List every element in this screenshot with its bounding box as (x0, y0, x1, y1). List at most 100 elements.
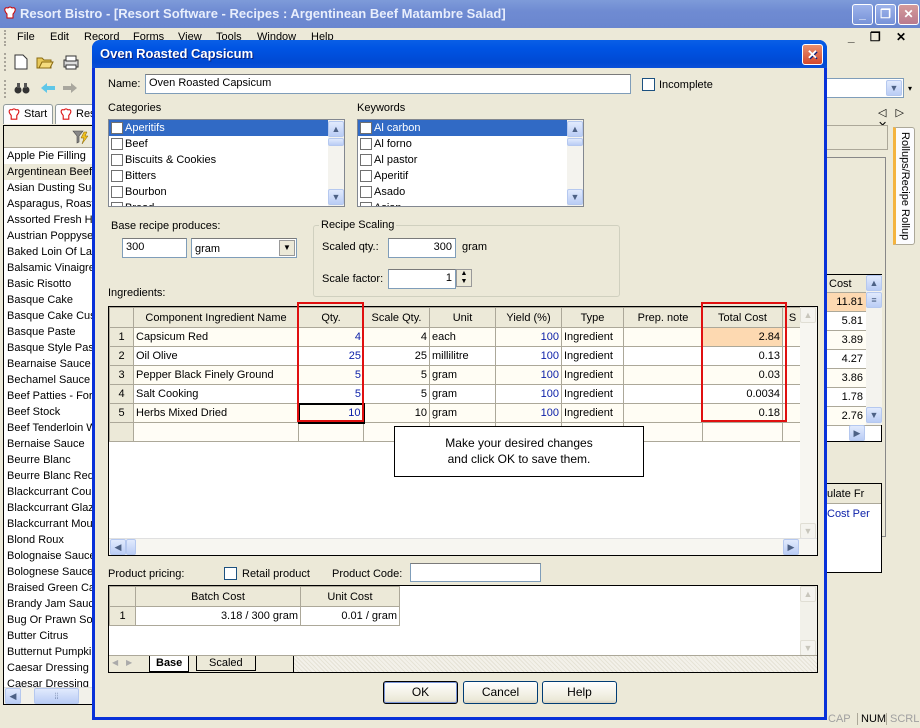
scale-factor-input[interactable]: 1 (388, 269, 456, 289)
recipe-list-item[interactable]: Caesar Dressing (4, 660, 93, 676)
toolbar-overflow-icon[interactable]: ▾ (908, 84, 912, 93)
qty-cell[interactable]: 5 (298, 365, 364, 385)
incomplete-checkbox[interactable] (642, 78, 655, 91)
type-cell[interactable]: Ingredient (561, 403, 624, 423)
keyword-item[interactable]: Asado (358, 184, 583, 200)
column-header[interactable]: Yield (%) (495, 307, 562, 328)
scroll-down-icon[interactable]: ▼ (800, 523, 816, 539)
prep-cell[interactable] (623, 403, 703, 423)
unit-cost-cell[interactable]: 0.01 / gram (300, 606, 400, 626)
checkbox[interactable] (111, 154, 123, 166)
toolbar-grip[interactable] (4, 30, 7, 46)
yield-cell[interactable]: 100 (495, 384, 562, 404)
scroll-thumb[interactable] (126, 539, 136, 555)
ingredient-row[interactable]: 2 Oil Olive 25 25 millilitre 100 Ingredient 0.1… (109, 346, 803, 366)
keywords-list[interactable]: Al carbon Al forno Al pastor Aperitif Asado A… (357, 119, 584, 207)
tab-res[interactable]: Res (55, 104, 97, 124)
unit-cell[interactable]: each (429, 327, 496, 347)
category-item[interactable]: Biscuits & Cookies (109, 152, 344, 168)
recipe-list-item[interactable]: Bechamel Sauce (4, 372, 93, 388)
scroll-up-icon[interactable]: ▲ (567, 121, 583, 137)
recipe-list-item[interactable]: Argentinean Beef (4, 164, 93, 180)
vertical-scrollbar[interactable]: ▲ ▼ (567, 120, 583, 206)
categories-list[interactable]: Aperitifs Beef Biscuits & Cookies Bitters Bo… (108, 119, 345, 207)
qty-cell[interactable]: 5 (298, 384, 364, 404)
prep-cell[interactable] (623, 346, 703, 366)
recipe-list-item[interactable]: Beef Stock (4, 404, 93, 420)
scroll-down-icon[interactable]: ▼ (866, 407, 882, 423)
horizontal-scrollbar[interactable]: ◀ ⦙⦙ (4, 687, 93, 704)
total-cell[interactable]: 0.13 (702, 346, 783, 366)
scroll-thumb[interactable]: ≡ (866, 292, 882, 308)
total-cell[interactable]: 2.84 (702, 327, 783, 347)
scroll-up-icon[interactable]: ▲ (800, 586, 816, 602)
recipe-list-item[interactable]: Basque Paste (4, 324, 93, 340)
checkbox[interactable] (111, 170, 123, 182)
scale-factor-spinner[interactable]: ▲ ▼ (456, 269, 472, 287)
column-header[interactable]: Unit (429, 307, 496, 328)
type-cell[interactable]: Ingredient (561, 384, 624, 404)
type-cell[interactable]: Ingredient (561, 365, 624, 385)
scale-qty-cell[interactable]: 4 (363, 327, 430, 347)
forward-arrow-icon[interactable] (62, 82, 78, 94)
scroll-left-icon[interactable]: ◀ (110, 539, 126, 555)
total-cell[interactable]: 0.18 (702, 403, 783, 423)
recipe-list-item[interactable]: Bearnaise Sauce (4, 356, 93, 372)
base-qty-input[interactable]: 300 (122, 238, 187, 258)
chevron-down-icon[interactable]: ▼ (279, 240, 295, 256)
unit-cell[interactable]: gram (429, 365, 496, 385)
chevron-down-icon[interactable]: ▼ (886, 80, 902, 96)
dialog-close-button[interactable]: ✕ (802, 44, 823, 65)
print-icon[interactable] (62, 54, 80, 70)
checkbox[interactable] (360, 186, 372, 198)
sheet-tab-base[interactable]: Base (149, 656, 190, 672)
toolbar-combo[interactable]: ▼ (826, 78, 904, 98)
scroll-up-icon[interactable]: ▲ (328, 121, 344, 137)
side-tab-recipe-rollup[interactable]: Rollups/Recipe Rollup (893, 127, 915, 245)
recipe-list-item[interactable]: Apple Pie Filling (4, 148, 93, 164)
recipe-list-item[interactable]: Beef Patties - For (4, 388, 93, 404)
scroll-thumb[interactable]: ⦙⦙ (34, 688, 79, 704)
recipe-list-item[interactable]: Basque Cake (4, 292, 93, 308)
checkbox[interactable] (360, 154, 372, 166)
recipe-list-item[interactable]: Beef Tenderloin W (4, 420, 93, 436)
checkbox[interactable] (360, 170, 372, 182)
scroll-up-icon[interactable]: ▲ (800, 307, 816, 323)
column-header[interactable]: Component Ingredient Name (133, 307, 299, 328)
menu-edit[interactable]: Edit (50, 31, 69, 43)
yield-cell[interactable]: 100 (495, 365, 562, 385)
checkbox[interactable] (111, 186, 123, 198)
dialog-title-bar[interactable]: Oven Roasted Capsicum ✕ (92, 40, 827, 68)
recipe-list-item[interactable]: Beurre Blanc (4, 452, 93, 468)
ingredient-row[interactable]: 5 Herbs Mixed Dried 10 10 gram 100 Ingredient 0… (109, 402, 803, 424)
recipe-list-item[interactable]: Balsamic Vinaigret (4, 260, 93, 276)
sheet-next-icon[interactable]: ▶ (126, 658, 132, 667)
recipe-list-item[interactable]: Brandy Jam Sauce (4, 596, 93, 612)
qty-cell[interactable]: 4 (298, 327, 364, 347)
keyword-item[interactable]: Al forno (358, 136, 583, 152)
col-batch-cost[interactable]: Batch Cost (135, 586, 301, 607)
empty-cell[interactable] (298, 422, 364, 442)
retail-product-checkbox[interactable] (224, 567, 237, 580)
recipe-list-item[interactable]: Blackcurrant Mous (4, 516, 93, 532)
sheet-prev-icon[interactable]: ◀ (112, 658, 118, 667)
recipe-list-item[interactable]: Basic Risotto (4, 276, 93, 292)
recipe-list-item[interactable]: Basque Cake Cus (4, 308, 93, 324)
column-header[interactable]: Qty. (298, 307, 364, 328)
recipe-list-item[interactable]: Butter Citrus (4, 628, 93, 644)
scroll-thumb[interactable] (567, 138, 583, 146)
category-item[interactable]: Bitters (109, 168, 344, 184)
back-arrow-icon[interactable] (40, 82, 56, 94)
empty-cell[interactable] (702, 422, 783, 442)
recipe-list-item[interactable]: Austrian Poppysee (4, 228, 93, 244)
yield-cell[interactable]: 100 (495, 403, 562, 423)
name-cell[interactable]: Capsicum Red (133, 327, 299, 347)
filter-icon[interactable] (72, 129, 90, 145)
batch-cost-cell[interactable]: 3.18 / 300 gram (135, 606, 301, 626)
scroll-thumb[interactable] (328, 138, 344, 146)
scale-qty-cell[interactable]: 5 (363, 365, 430, 385)
recipe-list-item[interactable]: Asian Dusting Sug (4, 180, 93, 196)
recipe-list-item[interactable]: Asparagus, Roast (4, 196, 93, 212)
close-button[interactable]: ✕ (898, 4, 919, 25)
yield-cell[interactable]: 100 (495, 346, 562, 366)
